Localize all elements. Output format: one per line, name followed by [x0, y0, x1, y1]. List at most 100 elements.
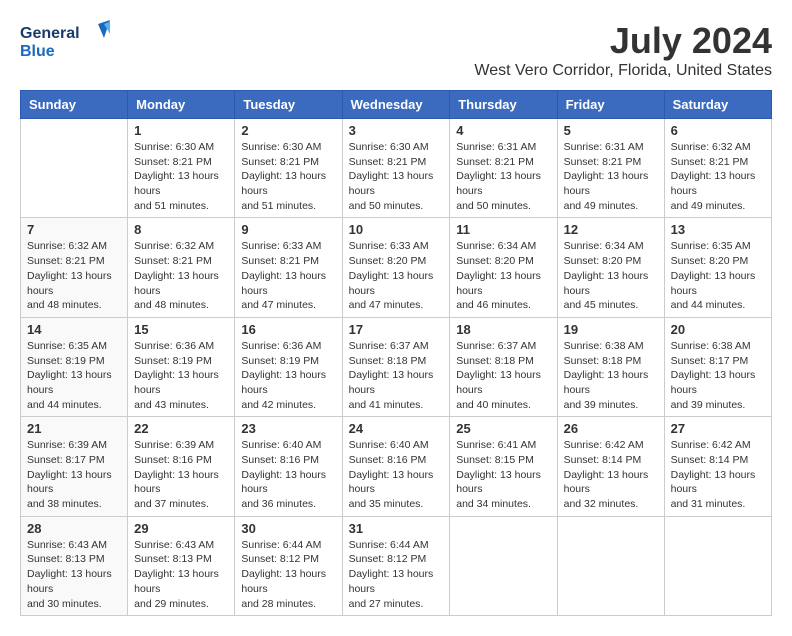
day-info: Sunrise: 6:41 AMSunset: 8:15 PMDaylight:…	[456, 438, 550, 511]
header: General Blue July 2024 West Vero Corrido…	[20, 20, 772, 80]
col-thursday: Thursday	[450, 91, 557, 119]
day-info: Sunrise: 6:42 AMSunset: 8:14 PMDaylight:…	[564, 438, 658, 511]
day-info: Sunrise: 6:44 AMSunset: 8:12 PMDaylight:…	[349, 538, 444, 611]
day-info: Sunrise: 6:38 AMSunset: 8:18 PMDaylight:…	[564, 339, 658, 412]
day-info: Sunrise: 6:40 AMSunset: 8:16 PMDaylight:…	[241, 438, 335, 511]
table-row: 28 Sunrise: 6:43 AMSunset: 8:13 PMDayligh…	[21, 516, 128, 615]
table-row: 6Sunrise: 6:32 AMSunset: 8:21 PMDaylight…	[664, 119, 771, 218]
day-info: Sunrise: 6:35 AMSunset: 8:19 PMDaylight:…	[27, 339, 121, 412]
col-tuesday: Tuesday	[235, 91, 342, 119]
day-number: 28	[27, 521, 121, 536]
table-row: 23 Sunrise: 6:40 AMSunset: 8:16 PMDayligh…	[235, 417, 342, 516]
table-row: 13 Sunrise: 6:35 AMSunset: 8:20 PMDayligh…	[664, 218, 771, 317]
table-row: 14 Sunrise: 6:35 AMSunset: 8:19 PMDayligh…	[21, 317, 128, 416]
table-row: 27Sunrise: 6:42 AMSunset: 8:14 PMDayligh…	[664, 417, 771, 516]
table-row: 7 Sunrise: 6:32 AMSunset: 8:21 PMDaylight…	[21, 218, 128, 317]
day-info: Sunrise: 6:31 AMSunset: 8:21 PMDaylight:…	[564, 140, 658, 213]
day-info: Sunrise: 6:43 AMSunset: 8:13 PMDaylight:…	[27, 538, 121, 611]
table-row: 12 Sunrise: 6:34 AMSunset: 8:20 PMDayligh…	[557, 218, 664, 317]
day-info: Sunrise: 6:34 AMSunset: 8:20 PMDaylight:…	[564, 239, 658, 312]
col-wednesday: Wednesday	[342, 91, 450, 119]
month-year: July 2024	[474, 20, 772, 62]
table-row: 8Sunrise: 6:32 AMSunset: 8:21 PMDaylight…	[128, 218, 235, 317]
table-row: 2Sunrise: 6:30 AMSunset: 8:21 PMDaylight…	[235, 119, 342, 218]
calendar-week-row: 28 Sunrise: 6:43 AMSunset: 8:13 PMDayligh…	[21, 516, 772, 615]
table-row: 29 Sunrise: 6:43 AMSunset: 8:13 PMDayligh…	[128, 516, 235, 615]
day-number: 20	[671, 322, 765, 337]
title-area: July 2024 West Vero Corridor, Florida, U…	[474, 20, 772, 80]
day-info: Sunrise: 6:36 AMSunset: 8:19 PMDaylight:…	[134, 339, 228, 412]
table-row: 18 Sunrise: 6:37 AMSunset: 8:18 PMDayligh…	[450, 317, 557, 416]
day-info: Sunrise: 6:30 AMSunset: 8:21 PMDaylight:…	[134, 140, 228, 213]
day-info: Sunrise: 6:43 AMSunset: 8:13 PMDaylight:…	[134, 538, 228, 611]
table-row: 19 Sunrise: 6:38 AMSunset: 8:18 PMDayligh…	[557, 317, 664, 416]
day-number: 7	[27, 222, 121, 237]
day-number: 17	[349, 322, 444, 337]
table-row: 3 Sunrise: 6:30 AMSunset: 8:21 PMDaylight…	[342, 119, 450, 218]
day-number: 14	[27, 322, 121, 337]
table-row: 26Sunrise: 6:42 AMSunset: 8:14 PMDayligh…	[557, 417, 664, 516]
day-number: 4	[456, 123, 550, 138]
day-number: 5	[564, 123, 658, 138]
day-info: Sunrise: 6:38 AMSunset: 8:17 PMDaylight:…	[671, 339, 765, 412]
calendar-table: Sunday Monday Tuesday Wednesday Thursday…	[20, 90, 772, 616]
day-info: Sunrise: 6:44 AMSunset: 8:12 PMDaylight:…	[241, 538, 335, 611]
day-number: 8	[134, 222, 228, 237]
day-info: Sunrise: 6:33 AMSunset: 8:20 PMDaylight:…	[349, 239, 444, 312]
day-number: 1	[134, 123, 228, 138]
col-sunday: Sunday	[21, 91, 128, 119]
day-number: 23	[241, 421, 335, 436]
table-row: 10Sunrise: 6:33 AMSunset: 8:20 PMDayligh…	[342, 218, 450, 317]
day-number: 27	[671, 421, 765, 436]
day-number: 19	[564, 322, 658, 337]
day-number: 16	[241, 322, 335, 337]
calendar-week-row: 1 Sunrise: 6:30 AMSunset: 8:21 PMDaylight…	[21, 119, 772, 218]
day-info: Sunrise: 6:36 AMSunset: 8:19 PMDaylight:…	[241, 339, 335, 412]
location: West Vero Corridor, Florida, United Stat…	[474, 62, 772, 80]
day-number: 31	[349, 521, 444, 536]
table-row	[557, 516, 664, 615]
calendar-week-row: 21Sunrise: 6:39 AMSunset: 8:17 PMDayligh…	[21, 417, 772, 516]
day-info: Sunrise: 6:39 AMSunset: 8:17 PMDaylight:…	[27, 438, 121, 511]
col-friday: Friday	[557, 91, 664, 119]
svg-text:General: General	[20, 25, 80, 42]
day-info: Sunrise: 6:35 AMSunset: 8:20 PMDaylight:…	[671, 239, 765, 312]
table-row: 17Sunrise: 6:37 AMSunset: 8:18 PMDayligh…	[342, 317, 450, 416]
day-number: 15	[134, 322, 228, 337]
calendar-week-row: 7 Sunrise: 6:32 AMSunset: 8:21 PMDaylight…	[21, 218, 772, 317]
day-number: 22	[134, 421, 228, 436]
table-row: 22 Sunrise: 6:39 AMSunset: 8:16 PMDayligh…	[128, 417, 235, 516]
day-number: 13	[671, 222, 765, 237]
table-row: 30 Sunrise: 6:44 AMSunset: 8:12 PMDayligh…	[235, 516, 342, 615]
col-monday: Monday	[128, 91, 235, 119]
day-info: Sunrise: 6:39 AMSunset: 8:16 PMDaylight:…	[134, 438, 228, 511]
col-saturday: Saturday	[664, 91, 771, 119]
day-number: 11	[456, 222, 550, 237]
day-info: Sunrise: 6:30 AMSunset: 8:21 PMDaylight:…	[241, 140, 335, 213]
table-row: 11Sunrise: 6:34 AMSunset: 8:20 PMDayligh…	[450, 218, 557, 317]
day-number: 24	[349, 421, 444, 436]
table-row	[21, 119, 128, 218]
table-row: 24 Sunrise: 6:40 AMSunset: 8:16 PMDayligh…	[342, 417, 450, 516]
day-number: 6	[671, 123, 765, 138]
table-row: 9Sunrise: 6:33 AMSunset: 8:21 PMDaylight…	[235, 218, 342, 317]
day-info: Sunrise: 6:32 AMSunset: 8:21 PMDaylight:…	[27, 239, 121, 312]
day-info: Sunrise: 6:40 AMSunset: 8:16 PMDaylight:…	[349, 438, 444, 511]
day-number: 30	[241, 521, 335, 536]
table-row: 15 Sunrise: 6:36 AMSunset: 8:19 PMDayligh…	[128, 317, 235, 416]
day-info: Sunrise: 6:30 AMSunset: 8:21 PMDaylight:…	[349, 140, 444, 213]
day-info: Sunrise: 6:31 AMSunset: 8:21 PMDaylight:…	[456, 140, 550, 213]
table-row: 5 Sunrise: 6:31 AMSunset: 8:21 PMDaylight…	[557, 119, 664, 218]
day-number: 29	[134, 521, 228, 536]
svg-text:Blue: Blue	[20, 43, 55, 60]
day-number: 18	[456, 322, 550, 337]
day-number: 3	[349, 123, 444, 138]
table-row: 4 Sunrise: 6:31 AMSunset: 8:21 PMDaylight…	[450, 119, 557, 218]
day-number: 12	[564, 222, 658, 237]
table-row: 21Sunrise: 6:39 AMSunset: 8:17 PMDayligh…	[21, 417, 128, 516]
calendar-week-row: 14 Sunrise: 6:35 AMSunset: 8:19 PMDayligh…	[21, 317, 772, 416]
day-info: Sunrise: 6:33 AMSunset: 8:21 PMDaylight:…	[241, 239, 335, 312]
table-row: 20 Sunrise: 6:38 AMSunset: 8:17 PMDayligh…	[664, 317, 771, 416]
day-info: Sunrise: 6:37 AMSunset: 8:18 PMDaylight:…	[456, 339, 550, 412]
table-row: 16 Sunrise: 6:36 AMSunset: 8:19 PMDayligh…	[235, 317, 342, 416]
